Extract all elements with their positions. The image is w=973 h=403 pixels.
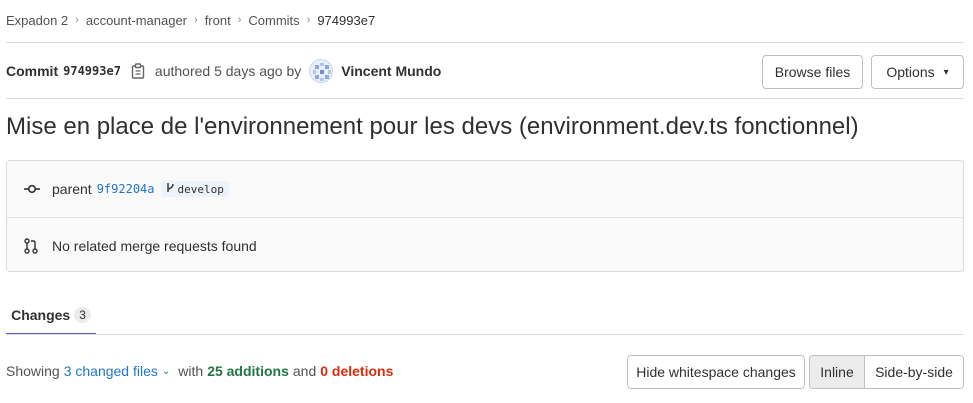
divider [6,42,964,43]
merge-requests-row: No related merge requests found [7,234,963,258]
copy-icon[interactable] [131,63,145,79]
branch-name: develop [177,182,224,196]
divider [6,98,964,99]
deletions-count: 0 deletions [320,363,394,379]
tab-changes[interactable]: Changes 3 [6,296,96,335]
commit-info-box: parent 9f92204a develop No related merge… [6,160,964,272]
showing-text: Showing [6,363,60,379]
with-text: with [178,363,204,379]
inline-view-button[interactable]: Inline [810,356,865,388]
parent-label: parent [52,181,92,197]
chevron-down-icon: ▾ [943,66,949,78]
chevron-right-icon: › [194,14,198,26]
options-label: Options [886,64,935,80]
merge-request-icon [23,238,41,254]
diff-view-toggle: Inline Side-by-side [809,355,964,389]
commit-header: Commit 974993e7 authored 5 days ago by V… [6,59,441,83]
additions-count: 25 additions [207,363,289,379]
browse-files-label: Browse files [774,64,851,80]
side-by-side-view-button[interactable]: Side-by-side [865,356,963,388]
chevron-down-icon[interactable]: ⌄ [162,366,170,377]
author-link[interactable]: Vincent Mundo [341,63,441,79]
branch-icon [166,182,175,196]
hide-whitespace-button[interactable]: Hide whitespace changes [627,355,805,389]
branch-tag[interactable]: develop [160,181,229,197]
and-text: and [292,363,317,379]
breadcrumb-item-commits[interactable]: Commits [248,13,299,28]
merge-requests-text: No related merge requests found [52,238,257,254]
commit-icon [23,181,41,197]
diff-summary: Showing 3 changed files ⌄ with 25 additi… [6,361,393,381]
commit-label: Commit [6,63,59,79]
commit-title: Mise en place de l'environnement pour le… [6,113,859,140]
commit-sha: 974993e7 [63,64,121,78]
tabs-divider [6,334,964,335]
options-dropdown-button[interactable]: Options ▾ [871,55,964,89]
chevron-right-icon: › [306,14,311,26]
authored-text: authored 5 days ago by [154,63,302,79]
chevron-right-icon: › [75,14,79,26]
breadcrumb-item-current[interactable]: 974993e7 [317,13,375,28]
changes-count-badge: 3 [74,306,91,323]
breadcrumb-item-subgroup[interactable]: front [205,13,231,28]
chevron-right-icon: › [237,14,242,26]
parent-sha-link[interactable]: 9f92204a [97,182,155,196]
breadcrumb: Expadon 2 › account-manager › front › Co… [6,10,375,30]
breadcrumb-item-group[interactable]: Expadon 2 [6,13,68,28]
hide-whitespace-label: Hide whitespace changes [636,364,796,380]
browse-files-button[interactable]: Browse files [762,55,863,89]
changed-files-dropdown[interactable]: 3 changed files [64,363,158,379]
divider [7,217,963,218]
breadcrumb-item-project[interactable]: account-manager [86,13,187,28]
avatar[interactable] [309,59,334,83]
tab-changes-label: Changes [11,306,71,323]
parent-row: parent 9f92204a develop [7,177,963,201]
